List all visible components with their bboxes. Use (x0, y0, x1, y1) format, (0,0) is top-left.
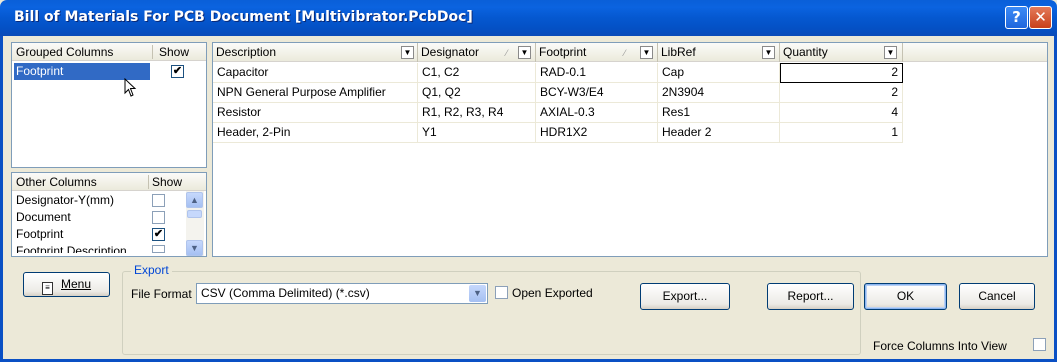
column-header-description[interactable]: Description ▼ (213, 43, 418, 62)
cell-footprint[interactable]: BCY-W3/E4 (536, 83, 658, 103)
other-columns-panel: Other Columns Show Designator-Y(mm) Docu… (11, 172, 207, 257)
chevron-down-icon[interactable]: ▼ (762, 46, 775, 59)
export-legend: Export (131, 263, 172, 277)
file-format-value: CSV (Comma Delimited) (*.csv) (201, 286, 370, 300)
menu-button-label: Menu (60, 277, 92, 291)
cell-designator[interactable]: Y1 (418, 123, 536, 143)
column-header-label: Description (216, 45, 277, 59)
cell-footprint[interactable]: RAD-0.1 (536, 63, 658, 83)
window-title: Bill of Materials For PCB Document [Mult… (14, 9, 473, 25)
cell-designator[interactable]: Q1, Q2 (418, 83, 536, 103)
grouped-row-footprint[interactable]: Footprint ✔ (12, 63, 208, 81)
export-button[interactable]: Export... (640, 283, 730, 310)
other-row-label: Document (16, 210, 71, 224)
footprint-description-checkbox[interactable] (152, 245, 165, 253)
chevron-down-icon[interactable]: ▼ (640, 46, 653, 59)
cell-libref[interactable]: Res1 (658, 103, 780, 123)
header-divider (152, 45, 153, 59)
column-header-label: Footprint (539, 45, 587, 59)
cell-libref[interactable]: Header 2 (658, 123, 780, 143)
sort-indicator-icon: ⁄ (624, 48, 626, 58)
cell-description[interactable]: Resistor (213, 103, 418, 123)
help-button[interactable]: ? (1005, 6, 1028, 29)
other-row-label: Footprint (16, 227, 64, 241)
header-divider (148, 175, 149, 189)
cell-description[interactable]: Header, 2-Pin (213, 123, 418, 143)
cell-description[interactable]: NPN General Purpose Amplifier (213, 83, 418, 103)
mouse-cursor-icon (124, 78, 137, 97)
chevron-down-icon[interactable]: ▼ (884, 46, 897, 59)
table-row[interactable]: Header, 2-Pin Y1 HDR1X2 Header 2 1 (213, 123, 903, 143)
open-exported-checkbox[interactable] (495, 286, 508, 299)
bom-grid: Description ▼ Designator ⁄ ▼ Footprint ⁄… (212, 42, 1048, 257)
scroll-thumb[interactable] (187, 210, 202, 218)
table-row[interactable]: Capacitor C1, C2 RAD-0.1 Cap 2 (213, 63, 903, 83)
menu-icon: ≡ (41, 282, 53, 295)
other-row-document[interactable]: Document (16, 209, 71, 225)
other-columns-title: Other Columns (16, 175, 97, 189)
cell-footprint[interactable]: HDR1X2 (536, 123, 658, 143)
force-columns-checkbox[interactable] (1033, 338, 1046, 351)
sort-indicator-icon: ⁄ (506, 48, 508, 58)
report-button[interactable]: Report... (767, 283, 854, 310)
file-format-select[interactable]: CSV (Comma Delimited) (*.csv) ▼ (196, 283, 488, 304)
cell-quantity[interactable]: 2 (780, 83, 903, 103)
cell-quantity[interactable]: 2 (780, 63, 903, 83)
chevron-down-icon[interactable]: ▼ (401, 46, 414, 59)
footprint-checkbox[interactable]: ✔ (152, 228, 165, 241)
scroll-up-icon[interactable]: ▲ (186, 192, 203, 208)
column-header-label: LibRef (661, 45, 696, 59)
grouped-show-header: Show (159, 45, 190, 59)
cancel-button[interactable]: Cancel (959, 283, 1035, 310)
column-header-label: Designator (421, 45, 480, 59)
grouped-columns-title: Grouped Columns (16, 45, 114, 59)
title-bar: Bill of Materials For PCB Document [Mult… (0, 0, 1057, 36)
column-header-designator[interactable]: Designator ⁄ ▼ (418, 43, 536, 62)
cell-designator[interactable]: C1, C2 (418, 63, 536, 83)
other-row-label: Designator-Y(mm) (16, 193, 115, 207)
other-row-designator-y[interactable]: Designator-Y(mm) (16, 192, 114, 208)
cell-quantity[interactable]: 1 (780, 123, 903, 143)
grouped-columns-panel: Grouped Columns Show Footprint ✔ (11, 42, 207, 168)
table-row[interactable]: Resistor R1, R2, R3, R4 AXIAL-0.3 Res1 4 (213, 103, 903, 123)
document-checkbox[interactable] (152, 211, 165, 224)
column-header-footprint[interactable]: Footprint ⁄ ▼ (536, 43, 658, 62)
cell-libref[interactable]: 2N3904 (658, 83, 780, 103)
other-columns-scrollbar[interactable]: ▲ ▼ (186, 191, 204, 256)
open-exported-label[interactable]: Open Exported (512, 286, 593, 300)
table-row[interactable]: NPN General Purpose Amplifier Q1, Q2 BCY… (213, 83, 903, 103)
menu-button[interactable]: ≡ Menu (23, 272, 110, 297)
cell-description[interactable]: Capacitor (213, 63, 418, 83)
other-row-label: Footprint Description (16, 244, 127, 253)
file-format-label: File Format (131, 287, 192, 301)
other-show-header: Show (152, 175, 183, 189)
grid-header: Description ▼ Designator ⁄ ▼ Footprint ⁄… (213, 43, 1047, 62)
grouped-footprint-checkbox[interactable]: ✔ (171, 65, 184, 78)
other-row-footprint-description[interactable]: Footprint Description (16, 243, 127, 253)
grouped-columns-header: Grouped Columns Show (12, 43, 206, 61)
other-row-footprint[interactable]: Footprint (16, 226, 63, 242)
column-header-quantity[interactable]: Quantity ▼ (780, 43, 903, 62)
column-header-libref[interactable]: LibRef ▼ (658, 43, 780, 62)
close-button[interactable]: ✕ (1029, 6, 1052, 29)
column-header-label: Quantity (783, 45, 828, 59)
ok-button[interactable]: OK (864, 283, 947, 310)
cell-designator[interactable]: R1, R2, R3, R4 (418, 103, 536, 123)
other-columns-header: Other Columns Show (12, 173, 206, 191)
designator-y-checkbox[interactable] (152, 194, 165, 207)
chevron-down-icon[interactable]: ▼ (469, 285, 486, 302)
cell-quantity[interactable]: 4 (780, 103, 903, 123)
cell-libref[interactable]: Cap (658, 63, 780, 83)
force-columns-label: Force Columns Into View (873, 339, 1007, 353)
chevron-down-icon[interactable]: ▼ (518, 46, 531, 59)
scroll-down-icon[interactable]: ▼ (186, 240, 203, 256)
cell-footprint[interactable]: AXIAL-0.3 (536, 103, 658, 123)
